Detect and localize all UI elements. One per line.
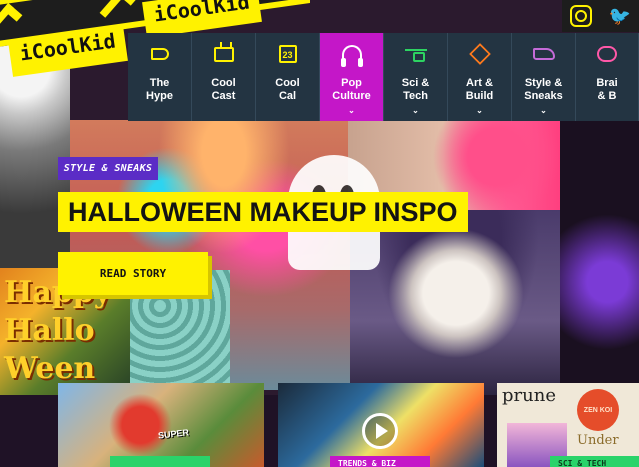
story-card[interactable]: SUPER <box>58 383 264 467</box>
card-overlay-text: SUPER <box>157 427 190 441</box>
instagram-icon[interactable] <box>570 5 593 27</box>
main-nav: The Hype Cool Cast 23 Cool Cal Pop Cultu… <box>128 33 639 121</box>
nav-label: Cast <box>211 90 236 102</box>
sneaker-icon <box>532 43 555 65</box>
hero-image-dark-nails <box>560 120 639 390</box>
story-card[interactable]: prune ZEN KOI Under <box>497 383 639 467</box>
twitter-icon[interactable]: 🐦 <box>609 5 631 27</box>
headphones-icon <box>340 43 363 67</box>
nav-item-cool-cast[interactable]: Cool Cast <box>192 33 256 121</box>
hero-headline[interactable]: HALLOWEEN MAKEUP INSPO <box>58 192 468 232</box>
tv-icon <box>213 43 235 65</box>
nav-label: Sci & <box>401 77 430 89</box>
nav-label: Culture <box>332 90 371 102</box>
nav-label: Pop <box>341 77 362 89</box>
category-tag[interactable]: STYLE & SNEAKS <box>58 157 158 180</box>
nav-item-brain[interactable]: Brai & B <box>576 33 639 121</box>
nav-label: Sneaks <box>524 90 563 102</box>
nav-label: & B <box>597 90 617 102</box>
drone-icon <box>404 43 427 65</box>
play-icon[interactable] <box>362 413 398 449</box>
megaphone-icon <box>149 43 171 65</box>
nav-label: Build <box>465 90 494 102</box>
nav-label: Cool <box>275 77 300 89</box>
nav-label: Tech <box>403 90 428 102</box>
chevron-down-icon: ⌄ <box>476 106 483 115</box>
story-card[interactable] <box>278 383 484 467</box>
nav-item-the-hype[interactable]: The Hype <box>128 33 192 121</box>
card-tag[interactable]: SCI & TECH <box>550 456 639 467</box>
read-story-button[interactable]: READ STORY <box>58 252 208 295</box>
card-tag[interactable]: TRENDS & BIZ <box>330 456 430 467</box>
card-overlay-text: Under <box>577 433 619 448</box>
nav-label: Cool <box>211 77 236 89</box>
brain-icon <box>596 43 618 65</box>
social-links: 🐦 <box>562 0 639 32</box>
chevron-down-icon: ⌄ <box>348 106 355 115</box>
calendar-icon: 23 <box>277 43 299 65</box>
nav-item-style-sneaks[interactable]: Style & Sneaks ⌄ <box>512 33 576 121</box>
card-overlay-text: ZEN KOI <box>577 389 619 431</box>
nav-label: Hype <box>146 90 173 102</box>
chevron-down-icon: ⌄ <box>540 106 547 115</box>
card-tag[interactable] <box>110 456 210 467</box>
hero-image-skull-makeup <box>350 210 562 395</box>
nav-item-pop-culture[interactable]: Pop Culture ⌄ <box>320 33 384 121</box>
chevron-down-icon: ⌄ <box>412 106 419 115</box>
nav-label: Brai <box>596 77 618 89</box>
nav-item-sci-tech[interactable]: Sci & Tech ⌄ <box>384 33 448 121</box>
nav-label: Art & <box>466 77 493 89</box>
nav-item-art-build[interactable]: Art & Build ⌄ <box>448 33 512 121</box>
nav-label: The <box>149 77 170 89</box>
cube-icon <box>468 43 491 65</box>
nav-label: Cal <box>278 90 297 102</box>
nav-item-cool-cal[interactable]: 23 Cool Cal <box>256 33 320 121</box>
nav-label: Style & <box>524 77 563 89</box>
card-overlay-text: prune <box>502 385 556 406</box>
